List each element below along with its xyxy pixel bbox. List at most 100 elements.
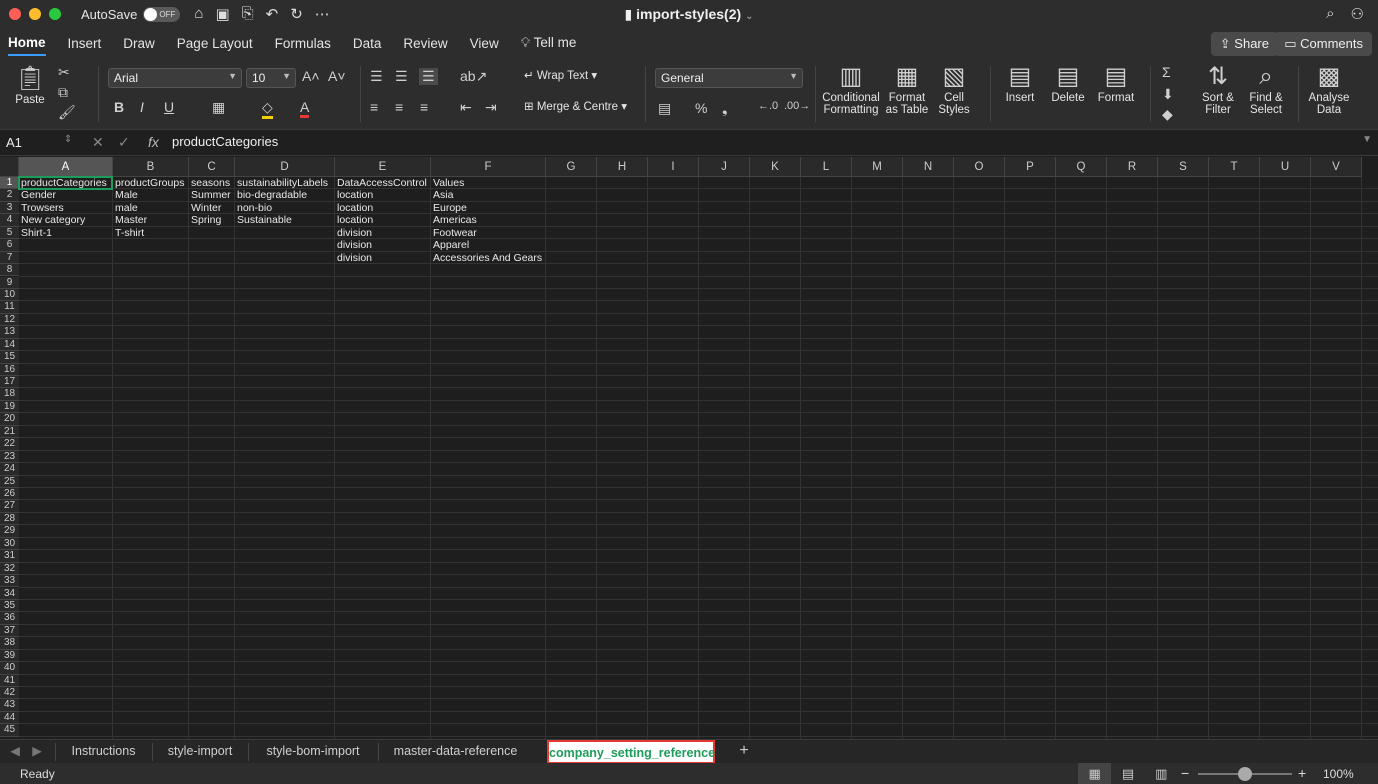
row-header[interactable]: 14: [0, 338, 19, 352]
column-header-m[interactable]: M: [852, 157, 903, 177]
increase-font-size-icon[interactable]: A˄: [302, 68, 320, 84]
column-header-q[interactable]: Q: [1056, 157, 1107, 177]
comments-button[interactable]: ▭ Comments: [1275, 32, 1372, 56]
spreadsheet-grid[interactable]: A B C D E F G H I J K L M N O P Q R S T U V 1 2 3 4 5 6 7 8 9 10 11 12 13 1…: [0, 157, 1378, 739]
row-header[interactable]: 28: [0, 512, 19, 526]
comma-style-icon[interactable]: ❟: [722, 100, 728, 117]
cell-a3[interactable]: Trowsers: [19, 202, 64, 214]
autosum-icon[interactable]: Σ: [1162, 64, 1171, 80]
expand-formula-bar-icon[interactable]: ▼: [1362, 134, 1372, 145]
column-header-f[interactable]: F: [431, 157, 546, 177]
row-header[interactable]: 20: [0, 413, 19, 426]
column-header-g[interactable]: G: [546, 157, 597, 177]
zoom-level[interactable]: 100%: [1323, 767, 1354, 781]
page-layout-view-icon[interactable]: ▤: [1111, 763, 1144, 784]
column-header-r[interactable]: R: [1107, 157, 1158, 177]
row-header[interactable]: 5: [0, 226, 19, 240]
home-icon[interactable]: ⌂: [194, 5, 203, 23]
row-header[interactable]: 30: [0, 537, 19, 551]
copy-icon[interactable]: ⧉: [58, 84, 68, 101]
cell-f2[interactable]: Asia: [431, 189, 453, 201]
cell-e2[interactable]: location: [335, 189, 373, 201]
save-icon[interactable]: ▣: [215, 5, 229, 23]
cell-f6[interactable]: Apparel: [431, 239, 469, 251]
cell-f3[interactable]: Europe: [431, 202, 467, 214]
number-format-select[interactable]: General ▼: [655, 68, 803, 88]
row-header[interactable]: 41: [0, 674, 19, 687]
search-icon[interactable]: ⌕: [1326, 5, 1334, 23]
fill-icon[interactable]: ⬇: [1162, 86, 1174, 103]
tab-formulas[interactable]: Formulas: [275, 32, 331, 55]
row-header[interactable]: 32: [0, 562, 19, 576]
formula-input[interactable]: productCategories: [172, 134, 278, 149]
row-header[interactable]: 37: [0, 624, 19, 638]
increase-indent-icon[interactable]: ⇥: [485, 99, 497, 116]
prev-sheet-icon[interactable]: ◀: [8, 740, 22, 764]
row-header[interactable]: 44: [0, 711, 19, 725]
cell-e3[interactable]: location: [335, 202, 373, 214]
column-header-k[interactable]: K: [750, 157, 801, 177]
font-name-select[interactable]: Arial ▼: [108, 68, 242, 88]
maximize-window-button[interactable]: [49, 8, 61, 20]
cell-f4[interactable]: Americas: [431, 214, 477, 226]
undo-icon[interactable]: ↶: [266, 5, 279, 23]
orientation-icon[interactable]: ab↗: [460, 68, 487, 85]
row-header[interactable]: 19: [0, 400, 19, 414]
row-header[interactable]: 45: [0, 724, 19, 737]
row-header[interactable]: 42: [0, 687, 19, 700]
column-header-p[interactable]: P: [1005, 157, 1056, 177]
row-header[interactable]: 34: [0, 587, 19, 600]
row-header[interactable]: 31: [0, 550, 19, 563]
row-header[interactable]: 9: [0, 276, 19, 289]
analyse-data-button[interactable]: ▩ Analyse Data: [1306, 64, 1352, 117]
tab-home[interactable]: Home: [8, 31, 46, 56]
share-button[interactable]: ⇪ Share: [1210, 32, 1278, 56]
sheet-tab-instructions[interactable]: Instructions: [56, 740, 151, 764]
column-header-d[interactable]: D: [235, 157, 335, 177]
fill-color-icon[interactable]: ◇: [262, 99, 273, 119]
underline-icon[interactable]: U: [164, 99, 174, 115]
row-header[interactable]: 17: [0, 376, 19, 389]
cell-f1[interactable]: Values: [431, 177, 464, 189]
row-header[interactable]: 16: [0, 363, 19, 376]
row-header[interactable]: 11: [0, 301, 19, 314]
more-icon[interactable]: ⋯: [315, 5, 330, 23]
row-header[interactable]: 24: [0, 463, 19, 476]
sheet-tab-company-setting-reference[interactable]: company_setting_reference: [547, 740, 715, 764]
row-header[interactable]: 21: [0, 425, 19, 439]
tab-data[interactable]: Data: [353, 32, 382, 55]
cell-f5[interactable]: Footwear: [431, 227, 477, 239]
cell-styles-button[interactable]: ▧ Cell Styles: [932, 64, 976, 117]
cell-a5[interactable]: Shirt-1: [19, 227, 52, 239]
conditional-formatting-button[interactable]: ▥ Conditional Formatting: [820, 64, 882, 117]
name-box-stepper-icon[interactable]: ⇕: [64, 134, 72, 145]
column-header-h[interactable]: H: [597, 157, 648, 177]
column-header-u[interactable]: U: [1260, 157, 1311, 177]
cell-d2[interactable]: bio-degradable: [235, 189, 307, 201]
row-header[interactable]: 2: [0, 189, 19, 202]
cell-e7[interactable]: division: [335, 252, 372, 264]
insert-cells-button[interactable]: ▤ Insert: [998, 64, 1042, 105]
tab-page-layout[interactable]: Page Layout: [177, 32, 253, 55]
cell-e5[interactable]: division: [335, 227, 372, 239]
column-header-o[interactable]: O: [954, 157, 1005, 177]
row-header[interactable]: 3: [0, 201, 19, 215]
insert-function-icon[interactable]: fx: [148, 134, 159, 150]
row-header[interactable]: 13: [0, 326, 19, 339]
tab-insert[interactable]: Insert: [68, 32, 102, 55]
align-middle-icon[interactable]: ☰: [395, 68, 408, 85]
cell-c1[interactable]: seasons: [189, 177, 230, 189]
font-size-select[interactable]: 10 ▼: [246, 68, 296, 88]
cell-e4[interactable]: location: [335, 214, 373, 226]
column-header-s[interactable]: S: [1158, 157, 1209, 177]
tab-tell-me[interactable]: 💡︎ Tell me: [521, 31, 577, 55]
find-select-button[interactable]: ⌕ Find & Select: [1244, 64, 1288, 117]
align-left-icon[interactable]: ≡: [370, 99, 378, 115]
cell-d3[interactable]: non-bio: [235, 202, 272, 214]
tab-review[interactable]: Review: [403, 32, 447, 55]
cell-d4[interactable]: Sustainable: [235, 214, 292, 226]
cut-icon[interactable]: ✂: [58, 64, 70, 81]
next-sheet-icon[interactable]: ▶: [30, 740, 44, 764]
cell-a4[interactable]: New category: [19, 214, 85, 226]
borders-icon[interactable]: ▦: [212, 99, 225, 116]
